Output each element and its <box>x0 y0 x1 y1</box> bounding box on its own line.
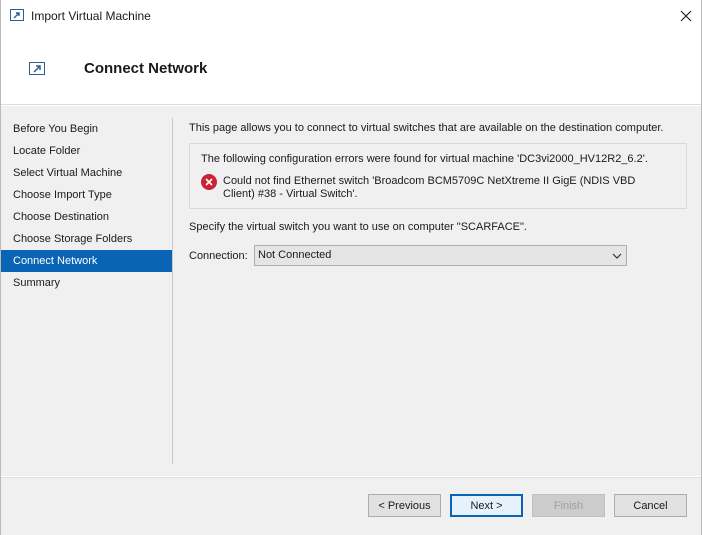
nav-item-summary[interactable]: Summary <box>1 272 172 294</box>
connection-label: Connection: <box>189 250 248 262</box>
wizard-footer: < Previous Next > Finish Cancel <box>1 477 701 535</box>
nav-item-choose-storage-folders[interactable]: Choose Storage Folders <box>1 228 172 250</box>
nav-item-choose-destination[interactable]: Choose Destination <box>1 206 172 228</box>
title-bar: Import Virtual Machine <box>1 0 701 32</box>
nav-item-choose-import-type[interactable]: Choose Import Type <box>1 184 172 206</box>
import-vm-window: Import Virtual Machine Connect Network B… <box>0 0 702 535</box>
connection-dropdown[interactable]: Not Connected <box>254 245 627 266</box>
wizard-nav: Before You Begin Locate Folder Select Vi… <box>1 118 172 294</box>
error-icon <box>201 174 217 190</box>
cancel-button[interactable]: Cancel <box>614 494 687 517</box>
close-button[interactable] <box>669 0 702 32</box>
import-vm-icon <box>10 9 24 21</box>
page-title: Connect Network <box>84 60 208 77</box>
nav-item-before-you-begin[interactable]: Before You Begin <box>1 118 172 140</box>
connection-value: Not Connected <box>258 249 332 261</box>
next-button[interactable]: Next > <box>450 494 523 517</box>
content-area: Before You Begin Locate Folder Select Vi… <box>1 106 701 476</box>
wizard-page-icon <box>29 62 45 75</box>
error-box: The following configuration errors were … <box>189 143 687 209</box>
nav-item-connect-network[interactable]: Connect Network <box>1 250 172 272</box>
finish-button[interactable]: Finish <box>532 494 605 517</box>
error-header: The following configuration errors were … <box>201 153 648 165</box>
window-title: Import Virtual Machine <box>31 9 151 23</box>
error-message: Could not find Ethernet switch 'Broadcom… <box>223 175 636 200</box>
nav-divider <box>172 118 173 464</box>
close-icon <box>680 10 692 22</box>
specify-text: Specify the virtual switch you want to u… <box>189 221 527 233</box>
nav-item-locate-folder[interactable]: Locate Folder <box>1 140 172 162</box>
page-header: Connect Network <box>1 32 701 105</box>
nav-item-select-virtual-machine[interactable]: Select Virtual Machine <box>1 162 172 184</box>
chevron-down-icon <box>612 251 622 263</box>
main-panel: This page allows you to connect to virtu… <box>189 122 689 266</box>
intro-text: This page allows you to connect to virtu… <box>189 122 664 134</box>
previous-button[interactable]: < Previous <box>368 494 441 517</box>
